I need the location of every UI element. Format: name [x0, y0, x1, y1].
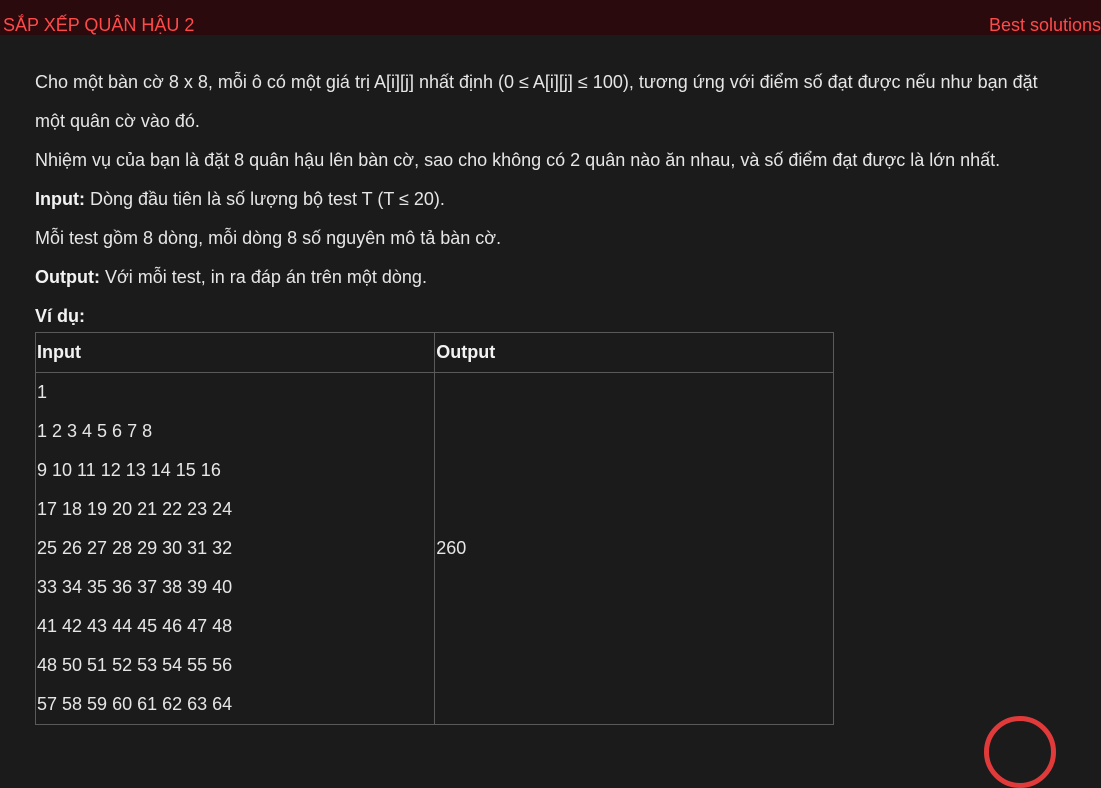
input-line: 17 18 19 20 21 22 23 24 — [37, 499, 233, 519]
output-label: Output: — [35, 267, 100, 287]
input-spec-2: Mỗi test gồm 8 dòng, mỗi dòng 8 số nguyê… — [35, 228, 502, 248]
description-line-1: Cho một bàn cờ 8 x 8, mỗi ô có một giá t… — [35, 72, 1038, 92]
input-line: 9 10 11 12 13 14 15 16 — [37, 460, 221, 480]
input-line: 33 34 35 36 37 38 39 40 — [37, 577, 233, 597]
description-line-2: một quân cờ vào đó. — [35, 111, 200, 131]
output-spec: Output: Với mỗi test, in ra đáp án trên … — [35, 258, 1085, 297]
input-line: 1 2 3 4 5 6 7 8 — [37, 421, 153, 441]
input-line: 25 26 27 28 29 30 31 32 — [37, 538, 233, 558]
example-table: Input Output 1 1 2 3 4 5 6 7 8 9 10 11 1… — [34, 332, 834, 725]
input-line: 48 50 51 52 53 54 55 56 — [37, 655, 233, 675]
best-solutions-link[interactable]: Best solutions — [989, 15, 1101, 36]
input-spec: Input: Dòng đầu tiên là số lượng bộ test… — [35, 180, 1085, 219]
example-label: Ví dụ: — [35, 306, 85, 326]
example-header-input: Input — [34, 332, 436, 373]
output-text: Với mỗi test, in ra đáp án trên một dòng… — [99, 267, 427, 287]
input-line: 41 42 43 44 45 46 47 48 — [37, 616, 233, 636]
floating-action-icon[interactable] — [984, 716, 1056, 788]
input-line: 57 58 59 60 61 62 63 64 — [37, 694, 233, 714]
example-output-cell: 260 — [434, 372, 834, 725]
input-line: 1 — [37, 382, 48, 402]
task-description: Nhiệm vụ của bạn là đặt 8 quân hậu lên b… — [35, 150, 1001, 170]
example-header-row: Input Output — [34, 332, 834, 373]
problem-title: SẮP XẾP QUÂN HẬU 2 — [3, 15, 195, 35]
example-input-cell: 1 1 2 3 4 5 6 7 8 9 10 11 12 13 14 15 16… — [34, 372, 436, 725]
input-text: Dòng đầu tiên là số lượng bộ test T (T ≤… — [84, 189, 445, 209]
example-header-output: Output — [434, 332, 834, 373]
problem-statement: Cho một bàn cờ 8 x 8, mỗi ô có một giá t… — [35, 63, 1085, 336]
input-label: Input: — [35, 189, 85, 209]
example-row: 1 1 2 3 4 5 6 7 8 9 10 11 12 13 14 15 16… — [34, 372, 834, 725]
